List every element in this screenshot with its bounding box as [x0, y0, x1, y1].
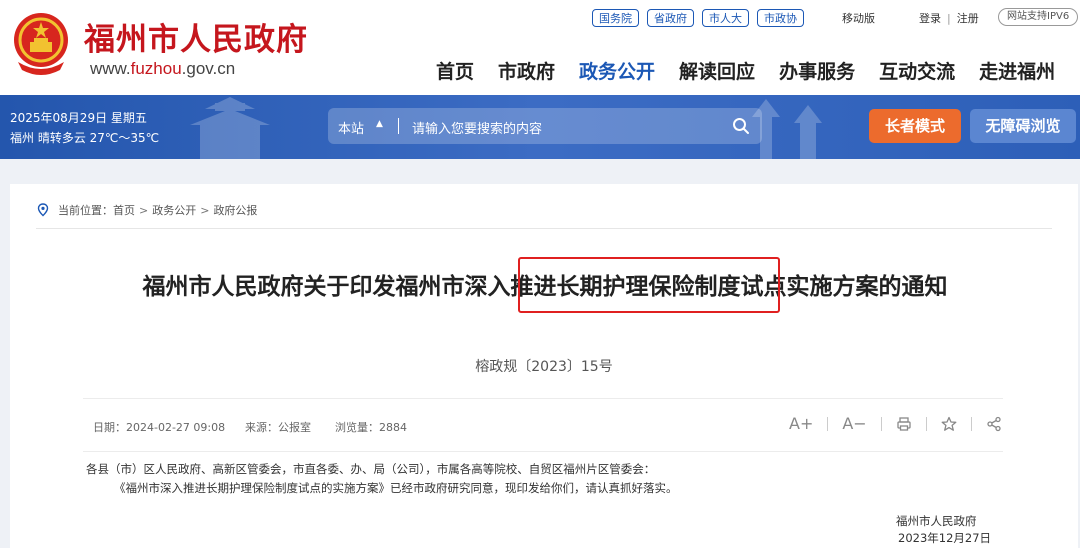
main-nav: 首页 市政府 政务公开 解读回应 办事服务 互动交流 走进福州: [436, 57, 1055, 84]
site-header: 福州市人民政府 www.fuzhou.gov.cn 国务院 省政府 市人大 市政…: [0, 0, 1080, 95]
link-provincial-gov[interactable]: 省政府: [647, 9, 694, 27]
current-date: 2025年08月29日 星期五: [10, 111, 147, 125]
elder-mode-button[interactable]: 长者模式: [869, 109, 961, 143]
font-larger-button[interactable]: A+: [789, 414, 813, 433]
search-input[interactable]: 请输入您要搜索的内容: [412, 118, 542, 137]
search-bar[interactable]: 本站 ▲︎ 请输入您要搜索的内容: [328, 108, 762, 144]
tool-separator: [925, 416, 927, 431]
link-state-council[interactable]: 国务院: [592, 9, 639, 27]
signing-organization: 福州市人民政府: [896, 514, 977, 528]
share-icon[interactable]: [986, 416, 1002, 432]
top-links: 国务院 省政府 市人大 市政协 移动版 登录 | 注册: [592, 8, 979, 28]
mobile-version-link[interactable]: 移动版: [842, 10, 875, 26]
nav-interaction[interactable]: 互动交流: [879, 57, 955, 84]
site-url[interactable]: www.fuzhou.gov.cn: [90, 59, 235, 79]
login-link[interactable]: 登录: [919, 10, 941, 26]
nav-about-fuzhou[interactable]: 走进福州: [979, 57, 1055, 84]
article-panel: 当前位置： 首页 > 政务公开 > 政府公报 福州市人民政府关于印发福州市深入推…: [10, 184, 1078, 548]
breadcrumb: 当前位置： 首页 > 政务公开 > 政府公报: [36, 202, 257, 218]
search-divider: [398, 118, 399, 134]
search-icon[interactable]: [732, 117, 750, 135]
publish-date: 日期：2024-02-27 09:08: [93, 421, 226, 434]
print-icon[interactable]: [896, 416, 912, 432]
weather-info: 福州 晴转多云 27℃～35℃: [10, 131, 160, 145]
view-count: 浏览量：2884: [335, 421, 407, 434]
breadcrumb-home[interactable]: 首页: [113, 202, 135, 218]
article-source: 来源：公报室: [245, 421, 311, 434]
accessible-browse-button[interactable]: 无障碍浏览: [970, 109, 1076, 143]
article-meta-bar: 日期：2024-02-27 09:08 来源：公报室 浏览量：2884 A+ A…: [83, 398, 1003, 452]
site-url-brand: fuzhou: [130, 59, 182, 78]
tool-separator: [970, 416, 972, 431]
breadcrumb-gazette[interactable]: 政府公报: [213, 202, 257, 218]
highlight-annotation: [518, 257, 780, 313]
addressee-line: 各县（市）区人民政府、高新区管委会，市直各委、办、局（公司），市属各高等院校、自…: [86, 462, 656, 476]
nav-government-affairs[interactable]: 政务公开: [579, 57, 655, 84]
nav-services[interactable]: 办事服务: [779, 57, 855, 84]
breadcrumb-separator: >: [139, 203, 149, 217]
favorite-star-icon[interactable]: [941, 416, 957, 432]
breadcrumb-prefix: 当前位置：: [58, 204, 113, 217]
location-pin-icon: [37, 203, 49, 217]
tool-separator: [880, 416, 882, 431]
scope-dropdown-icon[interactable]: ▲︎: [376, 119, 383, 129]
font-smaller-button[interactable]: A−: [842, 414, 866, 433]
site-url-prefix: www.: [90, 59, 131, 78]
ipv6-badge: 网站支持IPV6: [998, 8, 1079, 26]
register-link[interactable]: 注册: [957, 10, 979, 26]
breadcrumb-government-affairs[interactable]: 政务公开: [152, 202, 196, 218]
nav-interpretation[interactable]: 解读回应: [679, 57, 755, 84]
breadcrumb-divider: [36, 228, 1052, 229]
nav-home[interactable]: 首页: [436, 57, 474, 84]
signing-date: 2023年12月27日: [898, 531, 992, 545]
document-number: 榕政规〔2023〕15号: [475, 359, 613, 375]
search-band: 2025年08月29日 星期五 福州 晴转多云 27℃～35℃ 本站 ▲︎ 请输…: [0, 95, 1080, 159]
breadcrumb-separator: >: [200, 203, 210, 217]
national-emblem-icon: [14, 13, 68, 75]
search-scope-select[interactable]: 本站: [338, 118, 364, 137]
link-city-congress[interactable]: 市人大: [702, 9, 749, 27]
nav-city-government[interactable]: 市政府: [498, 57, 555, 84]
article-body: 《福州市深入推进长期护理保险制度试点的实施方案》已经市政府研究同意，现印发给你们…: [114, 481, 678, 495]
site-title[interactable]: 福州市人民政府: [84, 14, 308, 59]
link-city-cppcc[interactable]: 市政协: [757, 9, 804, 27]
article-tools: A+ A−: [789, 414, 1002, 433]
login-separator: |: [947, 11, 951, 25]
site-url-suffix: .gov.cn: [181, 59, 236, 78]
tool-separator: [827, 416, 829, 431]
